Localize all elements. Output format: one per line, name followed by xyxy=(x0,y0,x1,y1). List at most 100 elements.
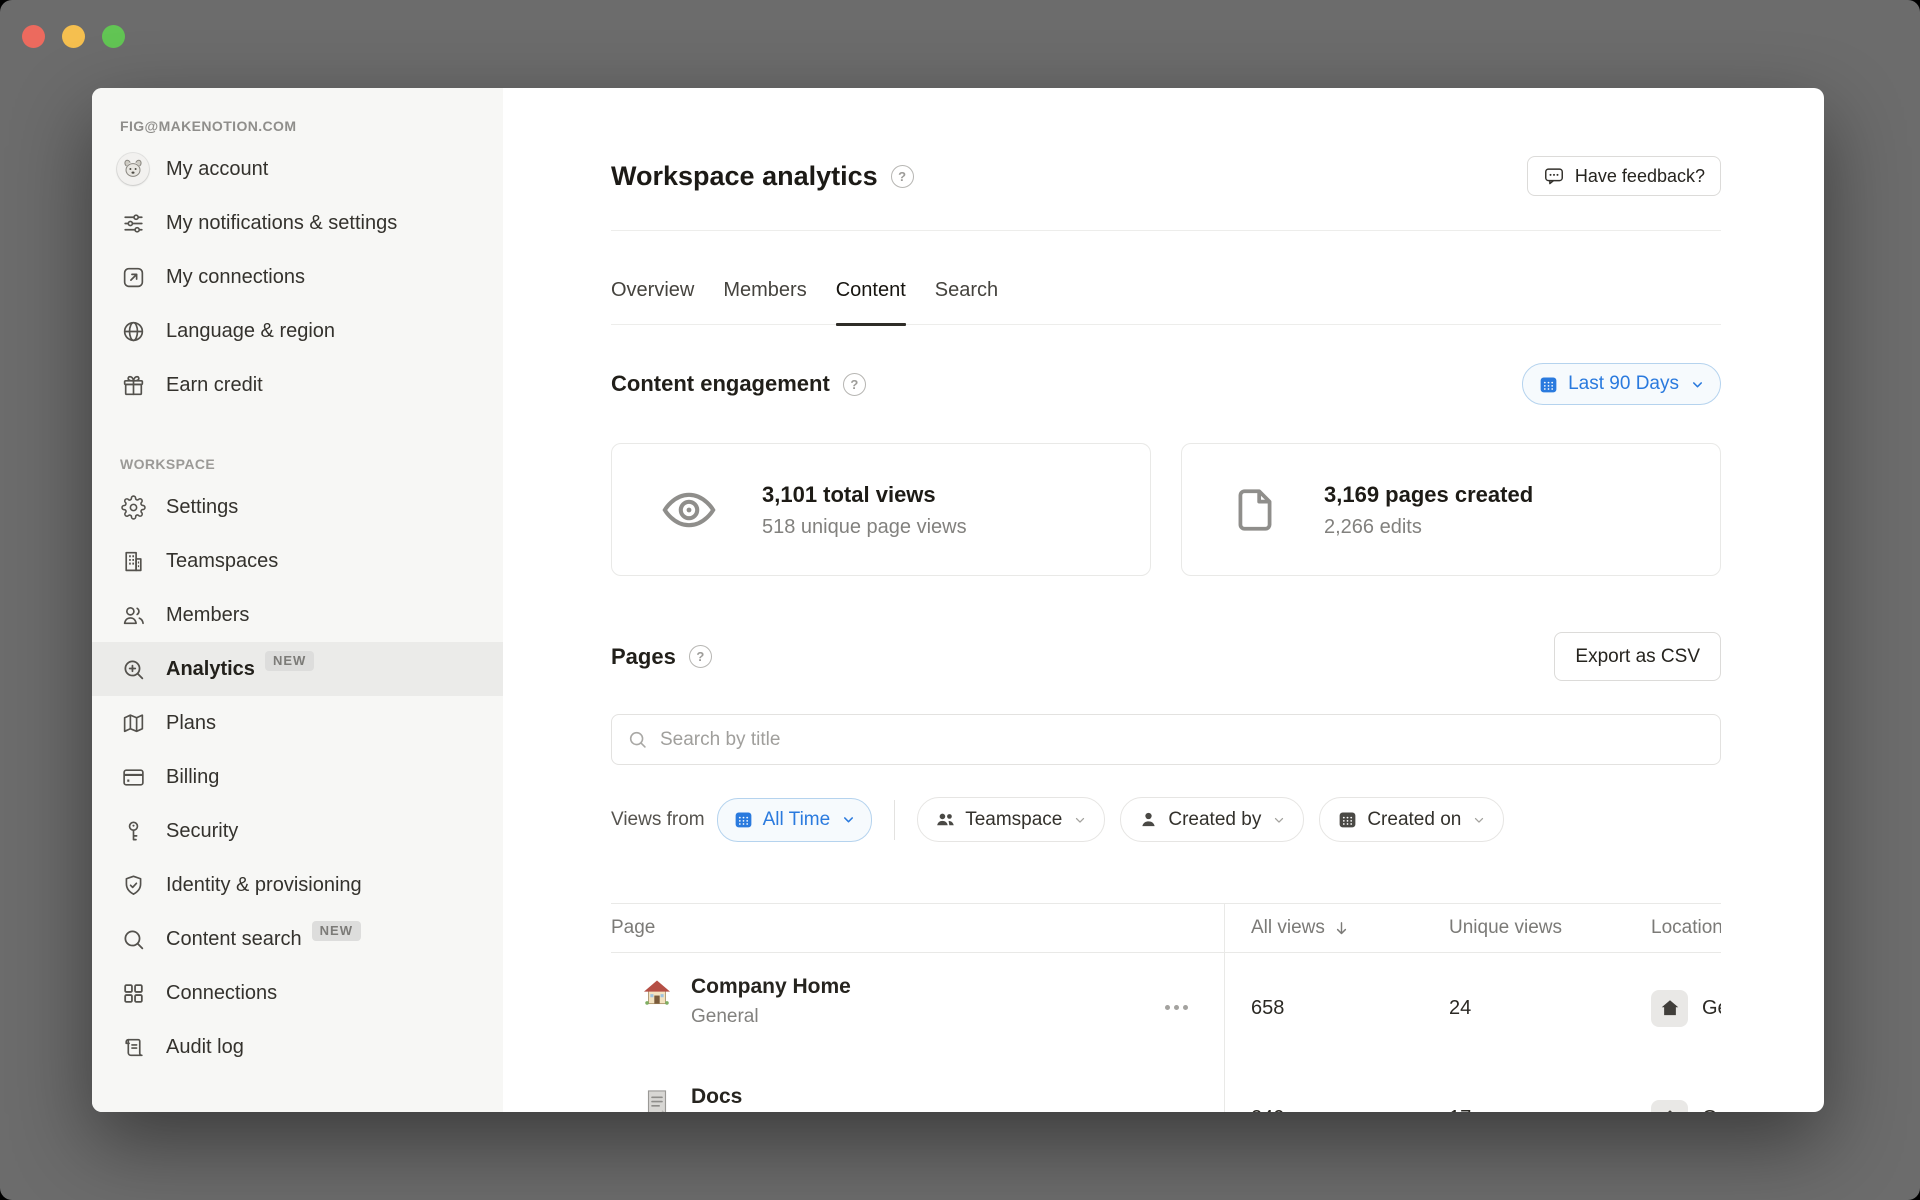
sidebar-item-label: Settings xyxy=(166,489,238,525)
help-icon[interactable]: ? xyxy=(891,165,914,188)
page-title: Workspace analytics xyxy=(611,161,878,192)
sidebar-item-audit-log[interactable]: Audit log xyxy=(92,1020,503,1074)
sidebar-item-members[interactable]: Members xyxy=(92,588,503,642)
close-window-button[interactable] xyxy=(22,25,45,48)
sidebar-item-label: Teamspaces xyxy=(166,543,278,579)
magnifier-icon xyxy=(120,926,146,952)
analytics-tabs: Overview Members Content Search xyxy=(611,273,1721,325)
chevron-down-icon xyxy=(1073,813,1087,827)
zoom-window-button[interactable] xyxy=(102,25,125,48)
shield-check-icon xyxy=(120,872,146,898)
pages-title: Pages xyxy=(611,644,676,670)
sidebar-item-content-search[interactable]: Content search NEW xyxy=(92,912,503,966)
date-range-filter[interactable]: Last 90 Days xyxy=(1522,363,1721,405)
tab-overview[interactable]: Overview xyxy=(611,273,694,307)
sidebar-item-label: My connections xyxy=(166,259,305,295)
filters-row: Views from All Time xyxy=(611,798,1721,841)
sidebar-item-label: My account xyxy=(166,151,268,187)
teamspace-house-icon xyxy=(1651,1100,1688,1113)
all-views-value: 658 xyxy=(1224,997,1431,1020)
sidebar-item-label: Language & region xyxy=(166,313,335,349)
building-icon xyxy=(120,548,146,574)
page-cell: Docs General xyxy=(611,1063,1224,1112)
sidebar-item-my-account[interactable]: My account xyxy=(92,142,503,196)
created-on-filter[interactable]: Created on xyxy=(1319,797,1504,842)
person-icon xyxy=(1138,809,1159,830)
calendar-icon xyxy=(733,809,754,830)
teamspace-filter[interactable]: Teamspace xyxy=(917,797,1105,842)
chevron-down-icon xyxy=(1472,813,1486,827)
stat-subtitle: 2,266 edits xyxy=(1324,516,1533,539)
help-icon[interactable]: ? xyxy=(689,645,712,668)
users-icon xyxy=(120,602,146,628)
sort-descending-icon xyxy=(1333,920,1350,937)
export-csv-button[interactable]: Export as CSV xyxy=(1554,632,1721,681)
magnifier-plus-icon xyxy=(120,656,146,682)
sidebar-item-label: Billing xyxy=(166,759,219,795)
tab-members[interactable]: Members xyxy=(723,273,806,307)
column-header-page[interactable]: Page xyxy=(611,917,1224,939)
have-feedback-button[interactable]: Have feedback? xyxy=(1527,156,1721,196)
table-row[interactable]: Company Home General 658 24 Gener xyxy=(611,953,1721,1063)
column-header-all-views[interactable]: All views xyxy=(1224,917,1431,939)
globe-icon xyxy=(120,318,146,344)
search-by-title-input[interactable] xyxy=(658,728,1705,752)
sidebar-item-label: Plans xyxy=(166,705,216,741)
grid-icon xyxy=(120,980,146,1006)
page-cell: Company Home General xyxy=(611,953,1224,1063)
document-emoji xyxy=(639,1085,675,1112)
created-by-filter[interactable]: Created by xyxy=(1120,797,1304,842)
column-header-location[interactable]: Location xyxy=(1640,917,1721,939)
column-header-unique-views[interactable]: Unique views xyxy=(1431,917,1640,939)
sliders-icon xyxy=(120,210,146,236)
sidebar-item-label: Analytics xyxy=(166,651,255,687)
sidebar-item-language-region[interactable]: Language & region xyxy=(92,304,503,358)
sidebar-item-teamspaces[interactable]: Teamspaces xyxy=(92,534,503,588)
created-by-filter-label: Created by xyxy=(1168,809,1261,831)
tab-search[interactable]: Search xyxy=(935,273,998,307)
map-icon xyxy=(120,710,146,736)
sidebar-item-settings[interactable]: Settings xyxy=(92,480,503,534)
sidebar-item-identity-provisioning[interactable]: Identity & provisioning xyxy=(92,858,503,912)
sidebar-item-notifications-settings[interactable]: My notifications & settings xyxy=(92,196,503,250)
location-cell: General xyxy=(1640,990,1721,1027)
filters-divider xyxy=(894,800,895,840)
window-controls xyxy=(22,25,125,48)
sidebar-item-label: My notifications & settings xyxy=(166,205,397,241)
file-icon xyxy=(1230,485,1280,535)
pages-table: Page All views Unique views Location xyxy=(611,903,1721,1112)
scroll-icon xyxy=(120,1034,146,1060)
table-row[interactable]: Docs General 240 17 General xyxy=(611,1063,1721,1112)
sidebar-item-billing[interactable]: Billing xyxy=(92,750,503,804)
tab-content[interactable]: Content xyxy=(836,273,906,307)
views-from-time-filter[interactable]: All Time xyxy=(717,798,873,842)
calendar-icon xyxy=(1538,374,1559,395)
sidebar-item-plans[interactable]: Plans xyxy=(92,696,503,750)
minimize-window-button[interactable] xyxy=(62,25,85,48)
settings-sidebar: FIG@MAKENOTION.COM My account xyxy=(92,88,503,1112)
sidebar-item-connections[interactable]: Connections xyxy=(92,966,503,1020)
help-icon[interactable]: ? xyxy=(843,373,866,396)
pages-section-header: Pages ? Export as CSV xyxy=(611,632,1721,681)
pages-created-card: 3,169 pages created 2,266 edits xyxy=(1181,443,1721,576)
row-more-actions-icon[interactable] xyxy=(1165,1005,1188,1010)
sidebar-item-analytics[interactable]: Analytics NEW xyxy=(92,642,503,696)
sidebar-item-security[interactable]: Security xyxy=(92,804,503,858)
page-title-cell[interactable]: Docs xyxy=(691,1083,759,1110)
account-email-label: FIG@MAKENOTION.COM xyxy=(120,118,479,134)
sidebar-item-my-connections[interactable]: My connections xyxy=(92,250,503,304)
content-engagement-title: Content engagement xyxy=(611,371,830,397)
sidebar-item-earn-credit[interactable]: Earn credit xyxy=(92,358,503,412)
views-from-value: All Time xyxy=(763,809,831,831)
content-engagement-header: Content engagement ? Last 90 Days xyxy=(611,363,1721,405)
date-range-value: Last 90 Days xyxy=(1568,373,1679,395)
table-header-row: Page All views Unique views Location xyxy=(611,903,1721,953)
people-icon xyxy=(935,809,956,830)
key-icon xyxy=(120,818,146,844)
feedback-bubble-icon xyxy=(1543,165,1565,187)
arrow-up-right-icon xyxy=(120,264,146,290)
page-title-cell[interactable]: Company Home xyxy=(691,973,851,1000)
stat-title: 3,169 pages created xyxy=(1324,481,1533,509)
stat-subtitle: 518 unique page views xyxy=(762,516,967,539)
all-views-value: 240 xyxy=(1224,1107,1431,1113)
